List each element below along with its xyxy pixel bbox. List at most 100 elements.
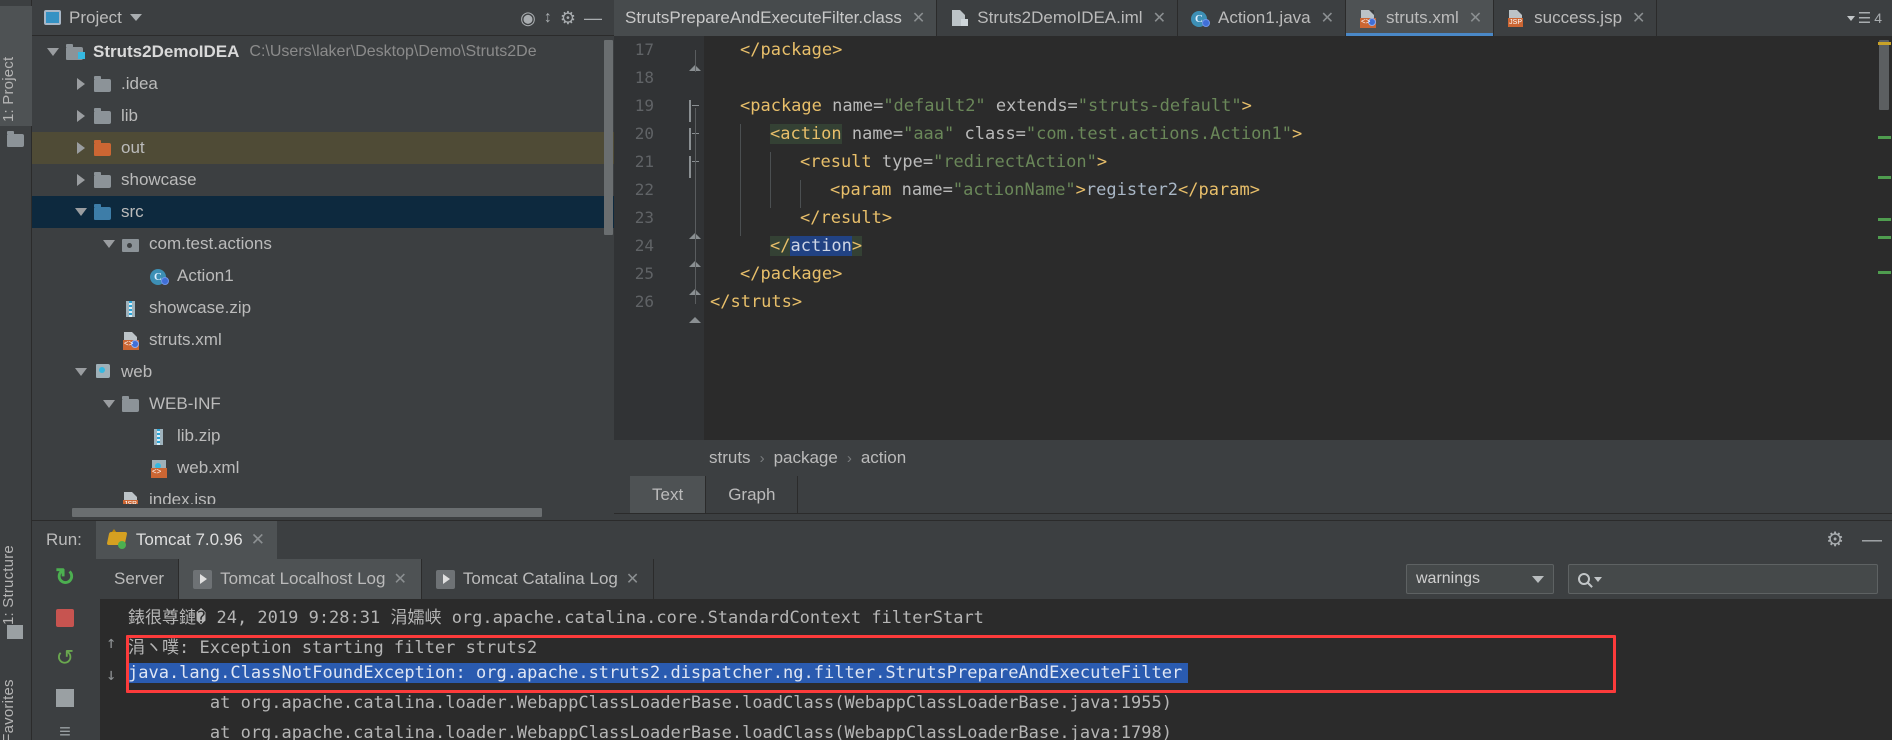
tree-node[interactable]: struts.xml bbox=[32, 324, 614, 356]
console-line[interactable]: at org.apache.catalina.loader.WebappClas… bbox=[128, 693, 1172, 713]
marker-stripe-item[interactable] bbox=[1878, 271, 1891, 274]
tree-node-label: src bbox=[121, 202, 144, 221]
log-tab[interactable]: Tomcat Localhost Log ✕ bbox=[179, 559, 422, 599]
print-icon[interactable] bbox=[50, 683, 80, 713]
tree-node[interactable]: com.test.actions bbox=[32, 228, 614, 260]
editor-tab[interactable]: StrutsPrepareAndExecuteFilter.class ✕ bbox=[614, 0, 938, 36]
tree-node[interactable]: web.xml bbox=[32, 452, 614, 484]
collapse-arrow-icon[interactable] bbox=[98, 400, 120, 408]
rail-button-favorites[interactable]: 2: Favorites bbox=[0, 640, 32, 740]
run-configuration-tab[interactable]: Tomcat 7.0.96 ✕ bbox=[95, 521, 277, 559]
marker-stripe-item[interactable] bbox=[1878, 218, 1891, 221]
editor-view-tab[interactable]: Text bbox=[630, 476, 707, 513]
arrow-up-icon[interactable]: ↑ bbox=[106, 633, 116, 653]
console-line-highlighted[interactable]: java.lang.ClassNotFoundException: org.ap… bbox=[128, 663, 1189, 683]
tree-node[interactable]: out bbox=[32, 132, 614, 164]
chevron-down-icon[interactable] bbox=[129, 14, 142, 21]
marker-stripe-item[interactable] bbox=[1878, 176, 1891, 179]
editor-tab-label: struts.xml bbox=[1386, 8, 1459, 27]
close-icon[interactable]: ✕ bbox=[1469, 8, 1482, 28]
console-line[interactable]: 錶很尊鏈� 24, 2019 9:28:31 涓嬬峡 org.apache.ca… bbox=[128, 603, 984, 628]
console-output[interactable]: ↑ ↓ 錶很尊鏈� 24, 2019 9:28:31 涓嬬峡 org.apach… bbox=[100, 599, 1892, 740]
expand-arrow-icon[interactable] bbox=[70, 110, 92, 122]
marker-stripe-item[interactable] bbox=[1878, 136, 1891, 139]
refresh-icon[interactable]: ↺ bbox=[50, 643, 80, 673]
minimize-icon[interactable]: — bbox=[584, 9, 608, 27]
editor-gutter[interactable]: 17 18 19 20 21 22 23 24 25 26 bbox=[614, 36, 704, 440]
tree-node[interactable]: showcase bbox=[32, 164, 614, 196]
collapse-arrow-icon[interactable] bbox=[42, 48, 64, 56]
editor-view-tab[interactable]: Graph bbox=[706, 476, 799, 513]
tree-node[interactable]: Struts2DemoIDEA C:\Users\laker\Desktop\De… bbox=[32, 36, 614, 68]
code-editor[interactable]: 17 18 19 20 21 22 23 24 25 26 </package> <package … bbox=[614, 36, 1892, 440]
editor-code-area[interactable]: </package> <package name="default2" exten… bbox=[710, 36, 1872, 440]
close-icon[interactable]: ✕ bbox=[1321, 8, 1334, 28]
close-icon[interactable]: ✕ bbox=[1632, 8, 1645, 28]
tree-node[interactable]: lib.zip bbox=[32, 420, 614, 452]
gear-icon[interactable]: ⚙ bbox=[1826, 530, 1844, 550]
breadcrumb-item[interactable]: package bbox=[774, 448, 838, 468]
arrow-down-icon[interactable]: ↓ bbox=[106, 665, 116, 685]
console-search-input[interactable] bbox=[1568, 564, 1878, 594]
rail-button-structure[interactable]: 1: Structure bbox=[0, 505, 32, 625]
close-icon[interactable]: ✕ bbox=[1153, 8, 1166, 28]
tab-overflow-indicator[interactable]: ☰ 4 bbox=[1846, 0, 1892, 36]
editor-tab[interactable]: struts.xml ✕ bbox=[1346, 0, 1495, 36]
tree-node[interactable]: showcase.zip bbox=[32, 292, 614, 324]
breadcrumb-item[interactable]: struts bbox=[709, 448, 751, 468]
code-token: "struts-default" bbox=[1077, 96, 1242, 116]
tree-node[interactable]: WEB-INF bbox=[32, 388, 614, 420]
console-vertical-scrollbar[interactable] bbox=[1878, 599, 1892, 740]
tree-node[interactable]: lib bbox=[32, 100, 614, 132]
collapse-arrow-icon[interactable] bbox=[70, 208, 92, 216]
code-token: > bbox=[851, 236, 863, 256]
minimize-icon[interactable]: — bbox=[1862, 530, 1882, 550]
project-tool-window: Project ◉ ↕ ⚙ — Struts2DemoIDEA C:\Users\… bbox=[32, 0, 614, 520]
tree-node[interactable]: C Action1 bbox=[32, 260, 614, 292]
log-tab-bar[interactable]: Server Tomcat Localhost Log ✕ Tomcat Catali… bbox=[100, 559, 1892, 599]
tree-node[interactable]: .idea bbox=[32, 68, 614, 100]
close-icon[interactable]: ✕ bbox=[626, 569, 639, 589]
tree-node[interactable]: JSP index.jsp bbox=[32, 484, 614, 504]
breadcrumb-item[interactable]: action bbox=[861, 448, 906, 468]
soft-wrap-icon[interactable]: ≡ bbox=[50, 717, 80, 740]
editor-view-tab-bar[interactable]: Text Graph bbox=[614, 476, 1892, 514]
marker-stripe-item[interactable] bbox=[1878, 236, 1891, 239]
stop-icon[interactable] bbox=[50, 603, 80, 633]
project-tree-vertical-scrollbar[interactable] bbox=[604, 40, 613, 235]
log-tab[interactable]: Tomcat Catalina Log ✕ bbox=[422, 559, 655, 599]
gear-icon[interactable]: ⚙ bbox=[560, 9, 576, 27]
expand-arrow-icon[interactable] bbox=[70, 78, 92, 90]
console-line[interactable]: 涓ヽ噗: Exception starting filter struts2 bbox=[128, 633, 537, 658]
expand-arrow-icon[interactable] bbox=[70, 142, 92, 154]
project-tree[interactable]: Struts2DemoIDEA C:\Users\laker\Desktop\De… bbox=[32, 36, 614, 504]
folder-icon[interactable] bbox=[7, 131, 25, 150]
collapse-all-icon[interactable]: ↕ bbox=[544, 9, 552, 26]
crosshair-icon[interactable]: ◉ bbox=[520, 9, 536, 27]
rail-button-project[interactable]: 1: Project bbox=[0, 6, 32, 126]
marker-stripe-item[interactable] bbox=[1878, 42, 1891, 45]
editor-tab[interactable]: JSP success.jsp ✕ bbox=[1494, 0, 1658, 36]
tree-node[interactable]: src bbox=[32, 196, 614, 228]
log-level-filter[interactable]: warnings bbox=[1406, 564, 1554, 594]
editor-tab[interactable]: C Action1.java ✕ bbox=[1178, 0, 1347, 36]
code-line: </struts> bbox=[710, 292, 802, 312]
grid-icon[interactable] bbox=[7, 625, 25, 641]
expand-arrow-icon[interactable] bbox=[70, 174, 92, 186]
tree-node[interactable]: web bbox=[32, 356, 614, 388]
rerun-icon[interactable]: ↻ bbox=[50, 563, 80, 593]
breadcrumb[interactable]: struts › package › action bbox=[614, 440, 1892, 476]
collapse-arrow-icon[interactable] bbox=[98, 240, 120, 248]
collapse-arrow-icon[interactable] bbox=[70, 368, 92, 376]
close-icon[interactable]: ✕ bbox=[251, 530, 265, 550]
line-number: 20 bbox=[634, 124, 654, 143]
log-tab[interactable]: Server bbox=[100, 559, 180, 599]
editor-tab-bar[interactable]: StrutsPrepareAndExecuteFilter.class ✕ Stru… bbox=[614, 0, 1892, 36]
close-icon[interactable]: ✕ bbox=[393, 569, 406, 589]
code-line: <result type="redirectAction"> bbox=[800, 152, 1107, 172]
editor-tab[interactable]: Struts2DemoIDEA.iml ✕ bbox=[937, 0, 1178, 36]
project-tree-horizontal-scrollbar[interactable] bbox=[32, 504, 614, 520]
console-line[interactable]: at org.apache.catalina.loader.WebappClas… bbox=[128, 723, 1172, 740]
close-icon[interactable]: ✕ bbox=[912, 8, 925, 28]
editor-marker-stripe[interactable] bbox=[1876, 36, 1892, 440]
